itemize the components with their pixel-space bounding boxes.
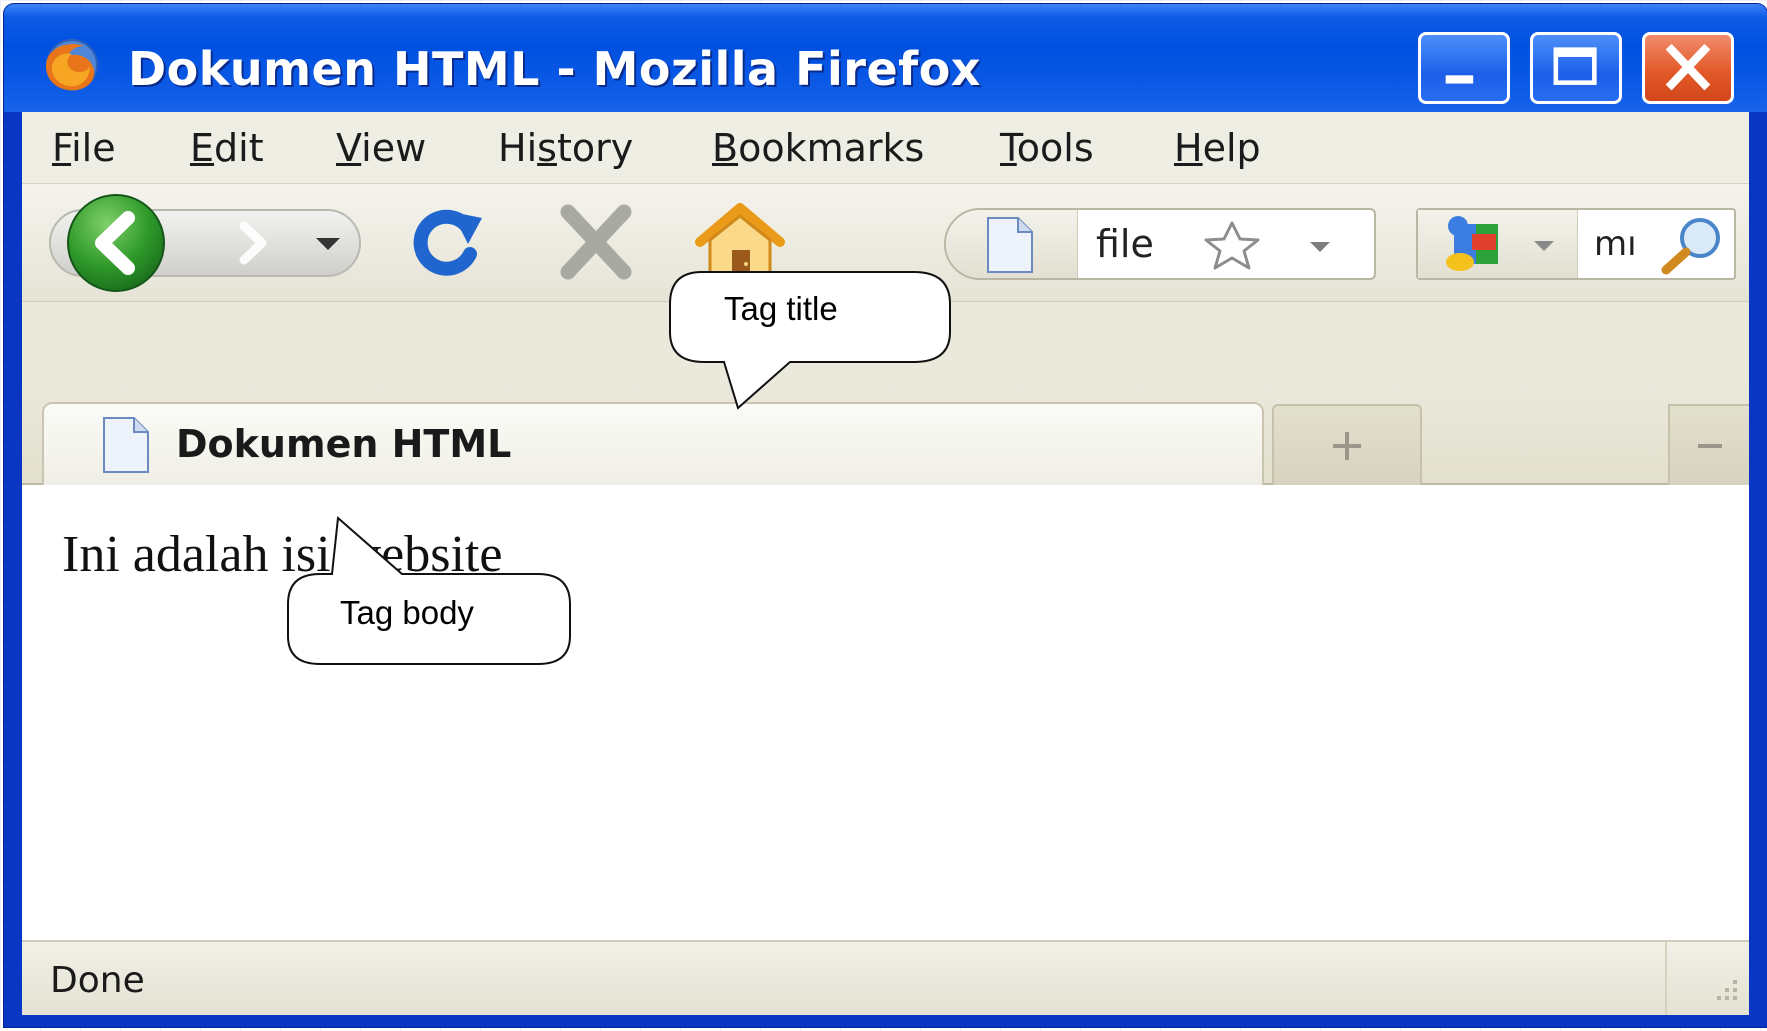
menu-view-label: View xyxy=(336,126,427,170)
chevron-down-icon xyxy=(1698,444,1722,448)
back-arrow-icon[interactable] xyxy=(50,190,188,296)
title-bar[interactable]: Dokumen HTML - Mozilla Firefox xyxy=(4,4,1767,112)
menu-history-label: History xyxy=(498,126,634,170)
menu-tools-label: Tools xyxy=(1000,126,1094,170)
menu-edit[interactable]: Edit xyxy=(190,126,264,170)
callout-title-label: Tag title xyxy=(724,290,838,327)
minimize-icon xyxy=(1445,75,1474,84)
menu-bookmarks[interactable]: Bookmarks xyxy=(712,126,924,170)
new-tab-button[interactable] xyxy=(1272,404,1422,485)
menu-help[interactable]: Help xyxy=(1174,126,1261,170)
page-icon xyxy=(987,217,1033,273)
menu-file-label: File xyxy=(52,126,116,170)
menu-file[interactable]: File xyxy=(52,126,116,170)
menu-view[interactable]: View xyxy=(336,126,426,170)
close-icon xyxy=(1665,43,1711,91)
menu-history[interactable]: History xyxy=(498,126,633,170)
search-input[interactable] xyxy=(1594,224,1654,264)
firefox-icon xyxy=(46,39,98,91)
grip-icon xyxy=(1717,980,1737,1000)
tab-page-icon xyxy=(103,417,149,473)
search-engine-button[interactable] xyxy=(1418,210,1578,278)
site-identity-button[interactable] xyxy=(946,210,1078,278)
google-icon xyxy=(1446,216,1498,271)
magnifier-icon[interactable] xyxy=(1656,214,1730,276)
resize-grip[interactable] xyxy=(1665,942,1749,1015)
history-dropdown-icon[interactable] xyxy=(308,224,348,260)
url-dropdown-icon[interactable] xyxy=(1300,230,1340,260)
status-text: Done xyxy=(50,960,145,1001)
minimize-button[interactable] xyxy=(1418,32,1510,104)
url-bar[interactable] xyxy=(944,208,1376,280)
callout-body-label: Tag body xyxy=(340,594,474,631)
stop-icon[interactable] xyxy=(554,202,638,282)
close-button[interactable] xyxy=(1642,32,1734,104)
menu-bookmarks-label: Bookmarks xyxy=(712,126,925,170)
callout-body-shape xyxy=(287,515,571,665)
menu-bar: File Edit View History Bookmarks Tools H… xyxy=(22,112,1749,184)
browser-window: Dokumen HTML - Mozilla Firefox File Edit… xyxy=(4,4,1767,1027)
maximize-button[interactable] xyxy=(1530,32,1622,104)
search-engine-dropdown-icon xyxy=(1534,241,1554,251)
plus-icon xyxy=(1333,432,1361,460)
menu-help-label: Help xyxy=(1174,126,1261,170)
menu-edit-label: Edit xyxy=(190,126,264,170)
search-bar[interactable] xyxy=(1416,208,1736,280)
forward-arrow-icon[interactable] xyxy=(218,214,288,272)
tab-title: Dokumen HTML xyxy=(176,422,512,466)
reload-icon[interactable] xyxy=(406,202,490,282)
menu-tools[interactable]: Tools xyxy=(1000,126,1094,170)
status-bar: Done xyxy=(22,940,1749,1015)
maximize-icon xyxy=(1553,47,1597,85)
bookmark-star-icon[interactable] xyxy=(1196,220,1268,270)
tab-dokumen-html[interactable]: Dokumen HTML xyxy=(42,402,1264,485)
list-all-tabs-button[interactable] xyxy=(1668,404,1749,485)
window-title: Dokumen HTML - Mozilla Firefox xyxy=(128,42,981,96)
